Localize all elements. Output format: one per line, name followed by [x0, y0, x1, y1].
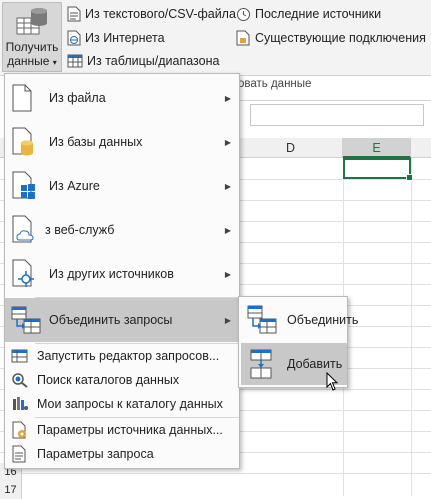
menu-item-label: Поиск каталогов данных — [37, 373, 180, 387]
menu-item-label: Параметры запроса — [37, 447, 154, 461]
text-file-icon — [67, 6, 81, 22]
menu-item-label: Мои запросы к каталогу данных — [37, 397, 223, 411]
catalog-search-icon — [12, 373, 28, 388]
menu-item-data-source-settings[interactable]: Параметры источника данных... — [5, 419, 239, 441]
menu-item-label: Из файла — [49, 91, 106, 105]
query-editor-icon — [11, 349, 28, 363]
menu-item-launch-query-editor[interactable]: Запустить редактор запросов... — [5, 345, 239, 367]
recent-sources-label: Последние источники — [255, 7, 382, 21]
menu-item-label: Из базы данных — [49, 135, 143, 149]
menu-separator — [35, 343, 239, 344]
database-icon — [12, 127, 33, 156]
menu-item-from-azure[interactable]: Из Azure ▶ — [5, 164, 239, 208]
submenu-arrow-icon: ▶ — [224, 137, 231, 147]
get-data-button[interactable]: Получить данные ▾ — [2, 2, 62, 72]
from-web-label: Из Интернета — [85, 31, 165, 45]
connections-icon — [236, 30, 250, 46]
menu-item-label: Из Azure — [49, 179, 100, 193]
combine-tables-icon — [11, 306, 41, 334]
file-icon — [12, 84, 32, 112]
database-grid-icon — [16, 8, 47, 35]
grid-line — [411, 158, 412, 496]
network-icon — [12, 259, 34, 287]
cloud-doc-icon — [12, 215, 34, 243]
selected-cell-e[interactable] — [343, 158, 413, 181]
get-data-label: Получить данные ▾ — [6, 40, 59, 70]
from-text-csv-label: Из текстового/CSV-файла — [85, 7, 236, 21]
menu-item-from-web-services[interactable]: з веб-служб ▶ — [5, 208, 239, 252]
submenu-arrow-icon: ▶ — [224, 93, 231, 103]
web-page-icon — [67, 30, 81, 46]
table-icon — [67, 54, 83, 68]
menu-item-combine-queries[interactable]: Объединить запросы ▶ — [5, 298, 239, 342]
from-web-button[interactable]: Из Интернета — [67, 29, 165, 47]
menu-item-label: Параметры источника данных... — [37, 423, 223, 437]
formula-input[interactable] — [250, 104, 424, 126]
submenu-arrow-icon: ▶ — [224, 269, 231, 279]
merge-icon — [247, 305, 277, 334]
from-table-label: Из таблицы/диапазона — [87, 54, 220, 68]
menu-item-from-file[interactable]: Из файла ▶ — [5, 76, 239, 120]
recent-sources-button[interactable]: Последние источники — [236, 5, 381, 23]
submenu-arrow-icon: ▶ — [224, 225, 231, 235]
menu-item-label: з веб-служб — [45, 223, 115, 237]
menu-item-query-options[interactable]: Параметры запроса — [5, 443, 239, 465]
ribbon-group-label: овать данные — [238, 78, 312, 90]
menu-item-from-other-sources[interactable]: Из других источников ▶ — [5, 252, 239, 296]
column-header-d[interactable]: D — [239, 138, 343, 158]
menu-item-label: Запустить редактор запросов... — [37, 349, 220, 363]
clock-icon — [237, 7, 250, 21]
menu-separator — [35, 417, 239, 418]
submenu-item-label: Добавить — [287, 357, 343, 371]
existing-connections-button[interactable]: Существующие подключения — [236, 29, 426, 47]
row-header-17[interactable]: 17 — [0, 481, 22, 499]
menu-item-my-catalog-queries[interactable]: Мои запросы к каталогу данных — [5, 393, 239, 415]
get-data-menu: Из файла ▶ Из базы данных ▶ Из Azure ▶ з… — [4, 73, 240, 469]
append-icon — [250, 349, 272, 379]
menu-item-label: Объединить запросы — [49, 313, 173, 327]
menu-item-label: Из других источников — [49, 267, 174, 281]
from-table-button[interactable]: Из таблицы/диапазона — [67, 52, 219, 70]
column-header-e[interactable]: E — [343, 138, 411, 158]
query-settings-icon — [12, 445, 26, 463]
get-data-line1: Получить — [5, 40, 59, 54]
grid-line — [0, 473, 431, 474]
from-text-csv-button[interactable]: Из текстового/CSV-файла — [67, 5, 236, 23]
submenu-arrow-icon: ▶ — [224, 315, 231, 325]
azure-windows-icon — [12, 171, 35, 199]
ribbon: Получить данные ▾ Из текстового/CSV-файл… — [0, 0, 431, 90]
formula-bar — [240, 100, 431, 128]
submenu-arrow-icon: ▶ — [224, 181, 231, 191]
source-settings-icon — [12, 421, 26, 439]
menu-item-from-database[interactable]: Из базы данных ▶ — [5, 120, 239, 164]
chevron-down-icon: ▾ — [52, 58, 57, 67]
submenu-item-label: Объединить — [287, 313, 359, 327]
existing-connections-label: Существующие подключения — [255, 31, 426, 45]
get-data-line2: данные — [7, 54, 50, 68]
mouse-cursor-icon — [326, 372, 339, 391]
submenu-item-merge[interactable]: Объединить — [241, 299, 358, 341]
catalog-queries-icon — [13, 397, 28, 410]
menu-item-search-data-catalogs[interactable]: Поиск каталогов данных — [5, 369, 239, 391]
